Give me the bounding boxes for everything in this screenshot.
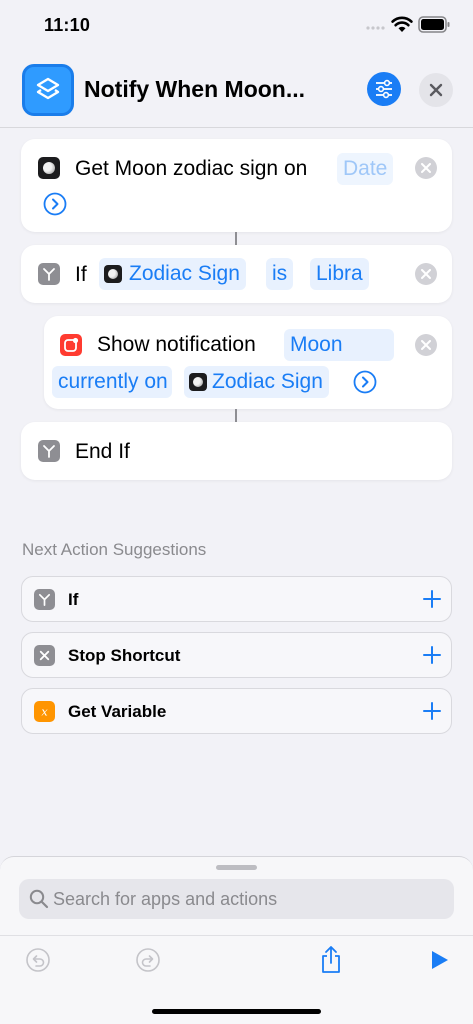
condition-operator-token[interactable]: is	[266, 258, 294, 290]
end-if-label: End If	[75, 440, 130, 463]
suggestion-label: Get Variable	[68, 702, 167, 721]
zodiac-sign-variable-token[interactable]: Zodiac Sign	[184, 366, 329, 398]
show-notification-label: Show notification	[97, 333, 256, 356]
show-notification-action-card[interactable]: Show notification Moon currently on Zodi…	[44, 316, 452, 409]
toolbar-divider	[0, 935, 473, 936]
suggestion-label: If	[68, 590, 79, 609]
zodiac-sign-variable-label: Zodiac Sign	[129, 262, 240, 285]
close-icon	[429, 83, 443, 97]
undo-icon[interactable]	[25, 947, 51, 973]
close-icon	[421, 269, 431, 279]
add-icon[interactable]	[422, 701, 442, 721]
close-icon	[421, 340, 431, 350]
suggestion-get-variable[interactable]: x Get Variable	[21, 688, 452, 734]
suggestions-heading: Next Action Suggestions	[22, 540, 207, 559]
if-icon	[38, 440, 60, 462]
remove-action-button[interactable]	[415, 263, 437, 285]
suggestion-if[interactable]: If	[21, 576, 452, 622]
sliders-icon	[376, 79, 392, 99]
close-icon	[421, 163, 431, 173]
close-button[interactable]	[419, 73, 453, 107]
shortcut-title[interactable]: Notify When Moon...	[84, 76, 305, 103]
svg-text:x: x	[41, 705, 48, 718]
suggestion-label: Stop Shortcut	[68, 646, 181, 665]
end-if-action-card[interactable]: End If	[21, 422, 452, 480]
if-icon	[38, 263, 60, 285]
zodiac-sign-variable-label: Zodiac Sign	[212, 370, 323, 393]
settings-button[interactable]	[367, 72, 401, 106]
stop-icon	[34, 645, 55, 666]
status-time: 11:10	[44, 15, 91, 35]
moon-app-icon	[38, 157, 60, 179]
shortcuts-layers-icon	[36, 77, 60, 100]
home-indicator	[152, 1009, 321, 1014]
share-icon[interactable]	[319, 945, 343, 975]
wifi-icon	[391, 16, 413, 32]
suggestion-stop-shortcut[interactable]: Stop Shortcut	[21, 632, 452, 678]
play-icon[interactable]	[428, 949, 450, 971]
action-search-sheet	[0, 856, 473, 1024]
notification-icon	[60, 334, 82, 356]
if-icon	[34, 589, 55, 610]
date-parameter-token[interactable]: Date	[337, 153, 394, 185]
redo-icon[interactable]	[135, 947, 161, 973]
shortcut-header: Notify When Moon...	[0, 56, 473, 128]
expand-chevron-icon[interactable]	[43, 192, 67, 216]
moon-app-icon	[189, 373, 207, 391]
expand-chevron-icon[interactable]	[353, 370, 377, 394]
zodiac-sign-variable-token[interactable]: Zodiac Sign	[99, 258, 246, 290]
shortcut-icon[interactable]	[22, 64, 74, 116]
status-bar: 11:10	[0, 0, 473, 52]
get-moon-action-card[interactable]: Get Moon zodiac sign on Date	[21, 139, 452, 232]
moon-app-icon	[104, 265, 122, 283]
condition-value-token[interactable]: Libra	[310, 258, 369, 290]
if-action-card[interactable]: If Zodiac Sign is Libra	[21, 245, 452, 303]
flow-connector	[235, 232, 237, 245]
battery-icon	[418, 16, 450, 33]
flow-connector	[235, 409, 237, 422]
add-icon[interactable]	[422, 645, 442, 665]
search-input[interactable]	[53, 879, 443, 919]
get-moon-label: Get Moon zodiac sign on	[75, 157, 308, 180]
cellular-signal-icon	[366, 26, 385, 30]
search-bar[interactable]	[19, 879, 454, 919]
remove-action-button[interactable]	[415, 157, 437, 179]
notification-text-continued[interactable]: currently on	[52, 366, 172, 398]
if-keyword: If	[75, 263, 87, 286]
sheet-grabber[interactable]	[216, 865, 257, 870]
notification-text-token[interactable]: Moon	[284, 329, 394, 361]
add-icon[interactable]	[422, 589, 442, 609]
remove-action-button[interactable]	[415, 334, 437, 356]
variable-icon: x	[34, 701, 55, 722]
search-icon	[29, 889, 49, 909]
